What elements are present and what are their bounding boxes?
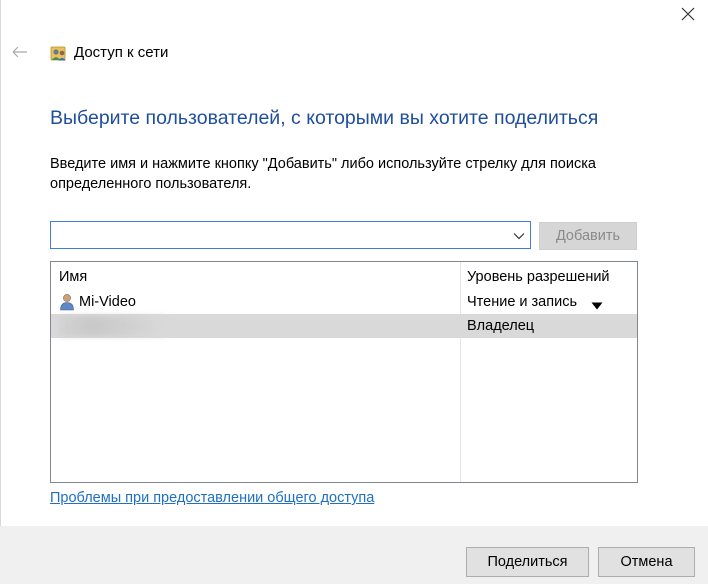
user-combobox[interactable] <box>50 221 531 249</box>
user-icon <box>59 293 75 311</box>
network-access-dialog: Доступ к сети Выберите пользователей, с … <box>0 0 708 584</box>
redacted-user-name <box>59 316 167 336</box>
column-header-name[interactable]: Имя <box>59 268 87 286</box>
table-row-selected[interactable]: Владелец <box>51 314 637 338</box>
close-icon[interactable] <box>678 4 698 24</box>
instruction-text: Введите имя и нажмите кнопку "Добавить" … <box>50 156 596 192</box>
permission-level[interactable]: Чтение и запись <box>467 293 577 311</box>
permission-level: Владелец <box>467 318 535 334</box>
sharing-problems-link[interactable]: Проблемы при предоставлении общего досту… <box>50 489 374 507</box>
network-users-icon <box>50 44 68 62</box>
users-list[interactable]: Имя Уровень разрешений Mi-Video Чтение и… <box>50 261 638 483</box>
share-button[interactable]: Поделиться <box>466 547 589 577</box>
triangle-down-icon[interactable] <box>591 297 603 310</box>
cancel-button[interactable]: Отмена <box>598 547 695 577</box>
dialog-footer: Поделиться Отмена <box>0 526 708 584</box>
column-header-permission-level[interactable]: Уровень разрешений <box>467 268 610 286</box>
back-arrow-icon[interactable] <box>10 42 30 62</box>
table-row[interactable]: Mi-Video Чтение и запись <box>51 290 637 314</box>
window-left-border <box>0 0 1 584</box>
window-title: Доступ к сети <box>74 44 169 61</box>
add-button[interactable]: Добавить <box>539 222 637 250</box>
user-name-input[interactable] <box>51 222 501 248</box>
chevron-down-icon[interactable] <box>512 229 526 241</box>
user-name: Mi-Video <box>79 294 136 310</box>
page-heading: Выберите пользователей, с которыми вы хо… <box>50 107 599 129</box>
